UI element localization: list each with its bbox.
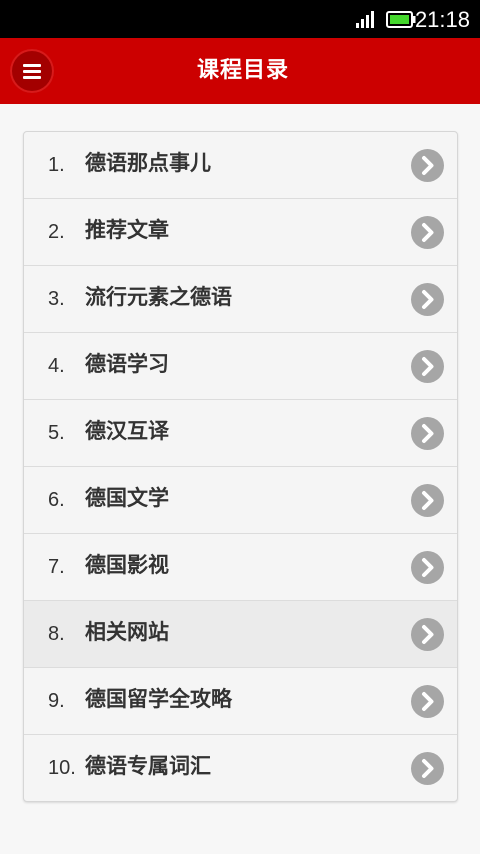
item-number: 10. xyxy=(48,757,76,779)
item-number: 5. xyxy=(48,422,65,444)
chevron-right-circle-icon xyxy=(411,685,444,718)
item-label: 德汉互译 xyxy=(85,419,169,443)
list-item[interactable]: 9. 德国留学全攻略 xyxy=(24,668,457,735)
item-label: 德国影视 xyxy=(85,553,169,577)
list-item[interactable]: 8. 相关网站 xyxy=(24,601,457,668)
item-number: 4. xyxy=(48,355,65,377)
chevron-right-circle-icon xyxy=(411,417,444,450)
item-number: 6. xyxy=(48,489,65,511)
page-title: 课程目录 xyxy=(196,58,289,83)
list-item[interactable]: 7. 德国影视 xyxy=(24,534,457,601)
chevron-right-circle-icon xyxy=(411,283,444,316)
chevron-right-circle-icon xyxy=(411,551,444,584)
item-label: 推荐文章 xyxy=(85,218,169,242)
item-label: 相关网站 xyxy=(85,620,169,644)
chevron-right-circle-icon xyxy=(411,752,444,785)
clock-time: 21:18 xyxy=(414,7,470,32)
item-label: 德语专属词汇 xyxy=(85,754,211,778)
item-number: 8. xyxy=(48,623,65,645)
chevron-right-circle-icon xyxy=(411,618,444,651)
item-label: 流行元素之德语 xyxy=(85,285,232,309)
item-label: 德国文学 xyxy=(85,486,169,510)
course-list: 1. 德语那点事儿 2. 推荐文章 3. 流行元素之德语 4. 德语学习 5. … xyxy=(23,131,458,802)
item-number: 3. xyxy=(48,288,65,310)
item-number: 7. xyxy=(48,556,65,578)
list-item[interactable]: 6. 德国文学 xyxy=(24,467,457,534)
chevron-right-circle-icon xyxy=(411,350,444,383)
status-bar: 21:18 xyxy=(0,0,480,38)
list-item[interactable]: 3. 流行元素之德语 xyxy=(24,266,457,333)
app-bar: 课程目录 xyxy=(0,38,480,104)
chevron-right-circle-icon xyxy=(411,484,444,517)
chevron-right-circle-icon xyxy=(411,216,444,249)
list-item[interactable]: 1. 德语那点事儿 xyxy=(24,132,457,199)
battery-icon xyxy=(386,11,416,28)
item-label: 德国留学全攻略 xyxy=(85,687,232,711)
list-item[interactable]: 4. 德语学习 xyxy=(24,333,457,400)
item-label: 德语学习 xyxy=(85,352,169,376)
item-number: 9. xyxy=(48,690,65,712)
signal-bars-icon xyxy=(356,11,374,28)
chevron-right-circle-icon xyxy=(411,149,444,182)
item-number: 1. xyxy=(48,154,65,176)
item-label: 德语那点事儿 xyxy=(85,151,211,175)
list-item[interactable]: 5. 德汉互译 xyxy=(24,400,457,467)
item-number: 2. xyxy=(48,221,65,243)
list-item[interactable]: 2. 推荐文章 xyxy=(24,199,457,266)
list-item[interactable]: 10. 德语专属词汇 xyxy=(24,735,457,801)
